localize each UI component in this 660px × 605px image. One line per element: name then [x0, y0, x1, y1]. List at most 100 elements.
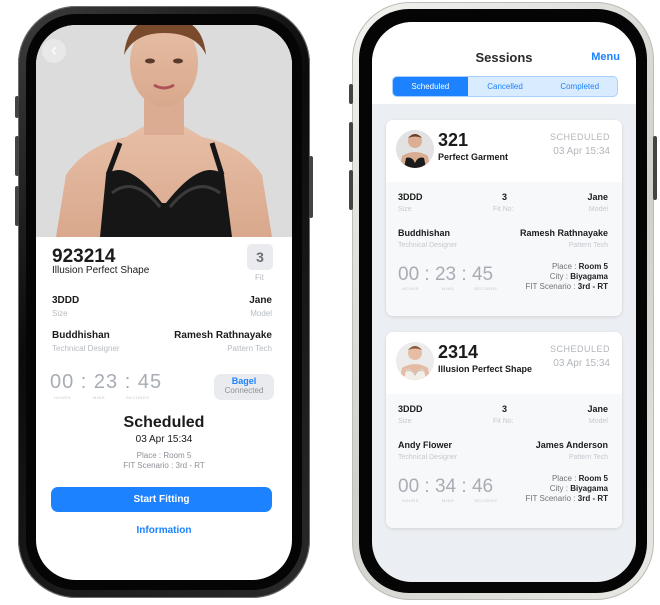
timer-mins-label: MINS	[442, 286, 454, 291]
tab-cancelled[interactable]: Cancelled	[468, 77, 543, 96]
session-place: Place : Room 5	[136, 451, 192, 460]
place-label: Place :	[551, 262, 577, 271]
chevron-left-icon: ‹	[51, 40, 57, 60]
timer-seconds-label: SECONDS	[474, 498, 498, 503]
fit-value: 3	[502, 192, 508, 202]
city-label: City :	[549, 484, 568, 493]
left-phone-volume-up	[15, 136, 19, 176]
timer-mins-label: MINS	[93, 395, 105, 400]
timer-hours-label: HOURS	[402, 498, 419, 503]
size-value: 3DDD	[398, 192, 423, 202]
fit-number-badge: 3	[247, 244, 273, 270]
size-value: 3DDD	[52, 295, 80, 306]
sessions-screen: Sessions Menu Scheduled Cancelled Comple…	[372, 22, 636, 582]
timer-seconds-label: SECONDS	[126, 395, 150, 400]
city-label: City :	[549, 272, 568, 281]
sessions-header: Sessions Menu Scheduled Cancelled Comple…	[372, 22, 636, 104]
size-label: Size	[398, 418, 412, 425]
timer-mins: 23	[93, 371, 119, 393]
scenario-label: FIT Scenario :	[525, 494, 576, 503]
pattern-tech-label: Pattern Tech	[227, 344, 272, 353]
pattern-tech-label: Pattern Tech	[568, 454, 608, 461]
size-label: Size	[52, 309, 68, 318]
timer-mins: 23	[434, 264, 457, 285]
garment-name: Illusion Perfect Shape	[438, 364, 533, 374]
back-button[interactable]: ‹	[42, 39, 66, 63]
model-label: Model	[588, 206, 608, 213]
place-details: Place : Room 5 City : Biyagama FIT Scena…	[525, 262, 608, 292]
place-details: Place : Room 5 City : Biyagama FIT Scena…	[525, 474, 608, 504]
city-value: Biyagama	[570, 272, 608, 281]
start-fitting-button[interactable]: Start Fitting	[51, 487, 272, 512]
session-timer: 00 : 23 : 45	[398, 264, 494, 285]
session-timer: 00 : 34 : 46	[398, 476, 494, 497]
fit-value: 3	[502, 404, 508, 414]
session-card-header: 321 Perfect Garment SCHEDULED 03 Apr 15:…	[386, 120, 622, 182]
fit-label: Fit No:	[493, 206, 514, 213]
model-label: Model	[588, 418, 608, 425]
menu-button[interactable]: Menu	[591, 51, 620, 63]
garment-name: Illusion Perfect Shape	[52, 265, 150, 276]
session-status-heading: Scheduled	[123, 414, 205, 431]
garment-photo: ‹	[36, 25, 292, 237]
timer-seconds: 45	[137, 371, 163, 393]
model-label: Model	[250, 309, 272, 318]
session-id: 321	[438, 130, 469, 150]
timer-hours-label: HOURS	[402, 286, 419, 291]
session-date: 03 Apr 15:34	[553, 146, 610, 157]
right-phone-volume-up	[349, 122, 353, 162]
designer-value: Buddhishan	[398, 228, 450, 238]
pattern-tech-value: Ramesh Rathnayake	[519, 228, 608, 238]
model-value: Jane	[587, 192, 608, 202]
status-badge: SCHEDULED	[549, 344, 610, 354]
timer-hours: 00	[398, 264, 420, 285]
session-card-body: 3DDD Size 3 Fit No: Jane Model Buddhisha…	[386, 182, 622, 316]
garment-thumbnail	[396, 342, 434, 380]
scenario-value: 3rd - RT	[577, 282, 608, 291]
bagel-connection-badge[interactable]: Bagel Connected	[214, 374, 274, 400]
fit-label: Fit	[255, 273, 264, 282]
designer-value: Buddhishan	[52, 330, 110, 341]
timer-mins: 34	[434, 476, 457, 497]
left-phone-mute-switch	[15, 96, 19, 118]
session-card-body: 3DDD Size 3 Fit No: Jane Model Andy Flow…	[386, 394, 622, 528]
place-value: Room 5	[578, 262, 608, 271]
pattern-tech-value: Ramesh Rathnayake	[174, 330, 272, 341]
model-value: Jane	[587, 404, 608, 414]
city-value: Biyagama	[570, 484, 608, 493]
pattern-tech-label: Pattern Tech	[568, 242, 608, 249]
detail-screen: ‹ 923214 Illusion Perfect Shape 3 Fit 3D…	[36, 25, 292, 580]
designer-label: Technical Designer	[52, 344, 120, 353]
session-card-header: 2314 Illusion Perfect Shape SCHEDULED 03…	[386, 332, 622, 394]
information-link[interactable]: Information	[36, 525, 292, 536]
session-date: 03 Apr 15:34	[553, 358, 610, 369]
pattern-tech-value: James Anderson	[535, 440, 608, 450]
timer-seconds-label: SECONDS	[474, 286, 498, 291]
left-phone-volume-down	[15, 186, 19, 226]
designer-value: Andy Flower	[398, 440, 453, 450]
tab-scheduled[interactable]: Scheduled	[393, 77, 468, 96]
bagel-title: Bagel	[231, 376, 257, 386]
timer-hours-label: HOURS	[54, 395, 71, 400]
session-filter-tabs: Scheduled Cancelled Completed	[392, 76, 618, 97]
fit-label: Fit No:	[493, 418, 514, 425]
timer-hours: 00	[50, 371, 75, 393]
scenario-label: FIT Scenario :	[525, 282, 576, 291]
place-label: Place :	[551, 474, 577, 483]
timer-seconds: 45	[471, 264, 494, 285]
right-phone-mute-switch	[349, 84, 353, 104]
garment-name: Perfect Garment	[438, 152, 509, 162]
timer-mins-label: MINS	[442, 498, 454, 503]
session-timer: 00 : 23 : 45	[50, 371, 163, 393]
timer-hours: 00	[398, 476, 420, 497]
session-card[interactable]: 321 Perfect Garment SCHEDULED 03 Apr 15:…	[386, 120, 622, 316]
model-value: Jane	[249, 295, 272, 306]
session-id: 2314	[438, 342, 479, 362]
size-value: 3DDD	[398, 404, 423, 414]
session-date: 03 Apr 15:34	[135, 434, 193, 445]
status-badge: SCHEDULED	[549, 132, 610, 142]
session-card[interactable]: 2314 Illusion Perfect Shape SCHEDULED 03…	[386, 332, 622, 528]
tab-completed[interactable]: Completed	[542, 77, 617, 96]
right-phone-volume-down	[349, 170, 353, 210]
designer-label: Technical Designer	[398, 242, 458, 249]
